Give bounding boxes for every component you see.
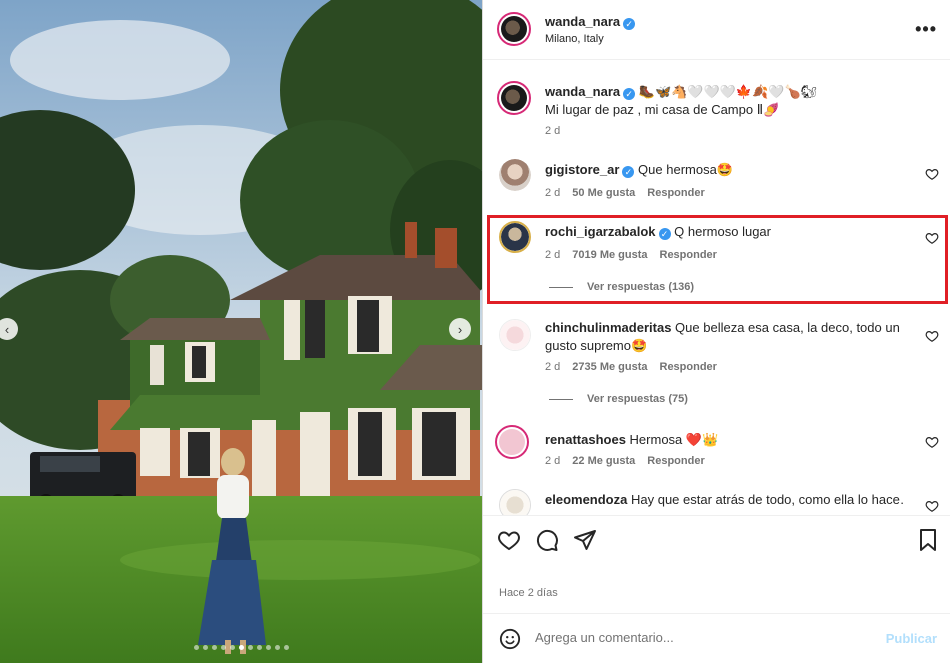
like-heart-icon[interactable] bbox=[925, 435, 939, 449]
comment-item: chinchulinmaderitas Que belleza esa casa… bbox=[483, 315, 950, 415]
comment-avatar[interactable] bbox=[499, 319, 531, 351]
comment-bubble-icon[interactable] bbox=[535, 528, 559, 552]
carousel-dot bbox=[274, 645, 280, 650]
comment-username[interactable]: renattashoes bbox=[545, 432, 626, 447]
comment-body: Hay que estar atrás de todo, como ella l… bbox=[630, 492, 905, 507]
like-heart-icon[interactable] bbox=[925, 499, 939, 513]
carousel-dot bbox=[256, 645, 262, 650]
verified-badge-icon: ✓ bbox=[622, 166, 635, 178]
carousel-dot bbox=[211, 645, 217, 650]
comment-item: gigistore_ar ✓ Que hermosa🤩 2 d 50 Me gus… bbox=[483, 153, 950, 203]
carousel-dot bbox=[229, 645, 235, 650]
save-bookmark-icon[interactable] bbox=[916, 528, 940, 552]
comment-text: gigistore_ar ✓ Que hermosa🤩 bbox=[545, 161, 915, 179]
view-replies-label: Ver respuestas (75) bbox=[587, 393, 688, 405]
verified-badge-icon: ✓ bbox=[623, 18, 636, 30]
house-garden-photo bbox=[0, 0, 482, 663]
caption-username[interactable]: wanda_nara bbox=[545, 84, 620, 99]
carousel-dot bbox=[220, 645, 226, 650]
highlight-box bbox=[487, 215, 948, 304]
comment-likes[interactable]: 50 Me gusta bbox=[572, 187, 635, 199]
comment-likes[interactable]: 22 Me gusta bbox=[572, 455, 635, 467]
add-comment-bar: Publicar bbox=[483, 613, 950, 663]
carousel-dot bbox=[238, 645, 244, 650]
comment-username[interactable]: gigistore_ar bbox=[545, 162, 619, 177]
comment-time: 2 d bbox=[545, 361, 561, 373]
comment-reply-button[interactable]: Responder bbox=[660, 361, 717, 373]
comment-username[interactable]: chinchulinmaderitas bbox=[545, 320, 671, 335]
post-actions-bar bbox=[483, 515, 950, 563]
view-replies-button[interactable]: Ver respuestas (75) bbox=[549, 393, 688, 405]
comment-body: Hermosa ❤️👑 bbox=[629, 432, 719, 447]
comment-reply-button[interactable]: Responder bbox=[647, 187, 704, 199]
carousel-dot bbox=[247, 645, 253, 650]
comment-time: 2 d bbox=[545, 187, 561, 199]
comment-text: renattashoes Hermosa ❤️👑 bbox=[545, 431, 915, 449]
comment-meta: 2 d 50 Me gusta Responder bbox=[545, 187, 705, 199]
carousel-dot bbox=[202, 645, 208, 650]
carousel-next-button[interactable]: › bbox=[449, 318, 471, 340]
emoji-smiley-icon[interactable] bbox=[499, 628, 521, 650]
like-heart-icon[interactable] bbox=[925, 167, 939, 181]
comment-meta: 2 d 2735 Me gusta Responder bbox=[545, 361, 717, 373]
author-avatar[interactable] bbox=[497, 12, 531, 46]
post-location[interactable]: Milano, Italy bbox=[545, 33, 604, 45]
verified-badge-icon: ✓ bbox=[623, 88, 636, 100]
comments-list[interactable]: wanda_nara ✓ 🥾🦋🐴🤍🤍🤍🍁🍂🤍🍗🐿 Mi lugar de paz … bbox=[483, 61, 950, 515]
publish-button[interactable]: Publicar bbox=[886, 631, 937, 646]
carousel-dot bbox=[283, 645, 289, 650]
comment-avatar[interactable] bbox=[495, 425, 529, 459]
caption-emojis: 🥾🦋🐴🤍🤍🤍🍁🍂🤍🍗🐿 bbox=[638, 84, 818, 99]
post-header: wanda_nara ✓ Milano, Italy ••• bbox=[483, 0, 950, 60]
comment-reply-button[interactable]: Responder bbox=[647, 455, 704, 467]
caption-avatar[interactable] bbox=[497, 81, 531, 115]
share-send-icon[interactable] bbox=[573, 528, 597, 552]
caption-time: 2 d bbox=[545, 125, 561, 137]
post-detail-pane: wanda_nara ✓ Milano, Italy ••• wanda_nara… bbox=[482, 0, 950, 663]
like-heart-icon[interactable] bbox=[925, 329, 939, 343]
post-timestamp[interactable]: Hace 2 días bbox=[499, 587, 558, 599]
carousel-dot bbox=[193, 645, 199, 650]
post-photo[interactable]: ‹ › bbox=[0, 0, 482, 663]
caption-meta: 2 d bbox=[545, 125, 560, 137]
comment-username[interactable]: eleomendoza bbox=[545, 492, 627, 507]
comment-item: renattashoes Hermosa ❤️👑 2 d 22 Me gusta… bbox=[483, 425, 950, 475]
carousel-dot bbox=[265, 645, 271, 650]
comment-item: eleomendoza Hay que estar atrás de todo,… bbox=[483, 485, 950, 515]
comment-avatar[interactable] bbox=[499, 159, 531, 191]
carousel-dots bbox=[0, 645, 482, 650]
caption-text: wanda_nara ✓ 🥾🦋🐴🤍🤍🤍🍁🍂🤍🍗🐿 Mi lugar de paz … bbox=[545, 83, 915, 119]
comment-time: 2 d bbox=[545, 455, 561, 467]
comment-avatar[interactable] bbox=[499, 489, 531, 515]
comment-likes[interactable]: 2735 Me gusta bbox=[572, 361, 647, 373]
more-options-icon[interactable]: ••• bbox=[915, 19, 937, 40]
comment-text: eleomendoza Hay que estar atrás de todo,… bbox=[545, 491, 905, 509]
comment-body: Que hermosa🤩 bbox=[638, 162, 733, 177]
add-comment-input[interactable] bbox=[535, 630, 865, 645]
like-heart-icon[interactable] bbox=[497, 528, 521, 552]
comment-text: chinchulinmaderitas Que belleza esa casa… bbox=[545, 319, 915, 355]
caption-body: Mi lugar de paz , mi casa de Campo Ⅱ🍠 bbox=[545, 102, 780, 117]
author-username[interactable]: wanda_nara bbox=[545, 14, 620, 29]
caption: wanda_nara ✓ 🥾🦋🐴🤍🤍🤍🍁🍂🤍🍗🐿 Mi lugar de paz … bbox=[483, 61, 950, 141]
comment-meta: 2 d 22 Me gusta Responder bbox=[545, 455, 705, 467]
replies-line bbox=[549, 398, 573, 400]
